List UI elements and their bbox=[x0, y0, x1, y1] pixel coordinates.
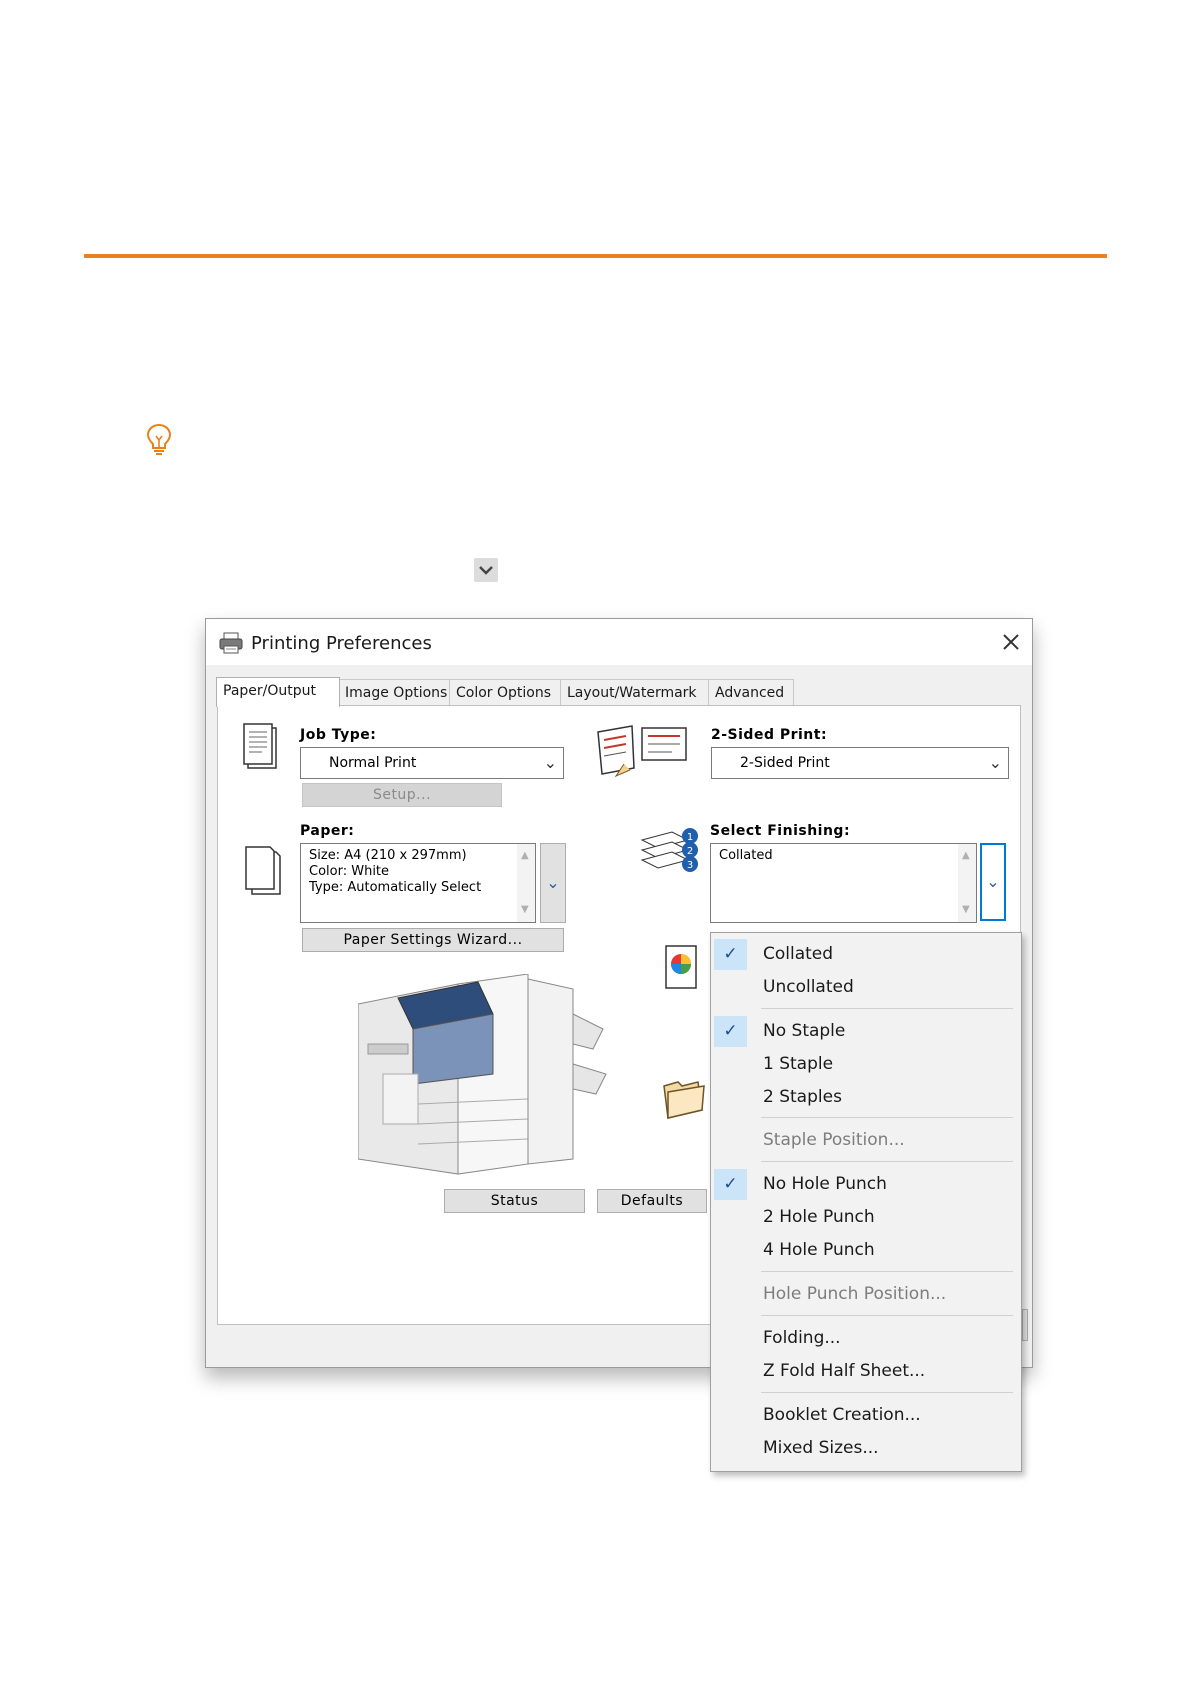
finishing-dropdown-button[interactable]: ⌄ bbox=[980, 843, 1006, 921]
scroll-down-icon: ▼ bbox=[962, 904, 970, 915]
defaults-button[interactable]: Defaults bbox=[597, 1189, 707, 1213]
paper-label: Paper: bbox=[300, 823, 355, 839]
chevron-down-icon bbox=[474, 558, 498, 582]
chevron-down-icon: ⌄ bbox=[546, 873, 560, 892]
printer-illustration bbox=[357, 973, 618, 1194]
menu-separator bbox=[761, 1392, 1013, 1393]
menu-item-label: 1 Staple bbox=[763, 1054, 834, 1074]
finishing-box: Collated ▲ ▼ bbox=[710, 843, 977, 923]
badge-2: 2 bbox=[687, 846, 693, 857]
scroll-up-icon: ▲ bbox=[521, 850, 529, 861]
badge-3: 3 bbox=[687, 860, 693, 871]
printer-icon bbox=[218, 631, 244, 655]
close-button[interactable] bbox=[996, 627, 1026, 657]
menu-item-label: Booklet Creation... bbox=[763, 1405, 921, 1425]
checkmark-icon: ✓ bbox=[714, 939, 747, 970]
menu-item-label: Staple Position... bbox=[763, 1130, 905, 1150]
paper-info-scrollbar[interactable]: ▲ ▼ bbox=[517, 844, 535, 922]
menu-separator bbox=[761, 1161, 1013, 1162]
tab-layout-watermark[interactable]: Layout/Watermark bbox=[560, 679, 710, 706]
chevron-down-icon: ⌄ bbox=[988, 753, 1002, 772]
menu-item-no-hole-punch[interactable]: ✓ No Hole Punch bbox=[711, 1168, 1021, 1201]
menu-separator bbox=[761, 1117, 1013, 1118]
menu-item-2-hole-punch[interactable]: 2 Hole Punch bbox=[711, 1201, 1021, 1234]
menu-item-z-fold-half-sheet[interactable]: Z Fold Half Sheet... bbox=[711, 1355, 1021, 1388]
menu-item-1-staple[interactable]: 1 Staple bbox=[711, 1048, 1021, 1081]
lightbulb-icon bbox=[146, 423, 172, 455]
menu-item-uncollated[interactable]: Uncollated bbox=[711, 971, 1021, 1004]
finishing-dropdown-menu: ✓ Collated Uncollated ✓ No Staple 1 Stap… bbox=[710, 932, 1022, 1472]
tab-color-options[interactable]: Color Options bbox=[449, 679, 562, 706]
paper-dropdown-button[interactable]: ⌄ bbox=[540, 843, 566, 923]
paper-size-text: Size: A4 (210 x 297mm) bbox=[309, 848, 467, 863]
menu-item-label: Uncollated bbox=[763, 977, 854, 997]
two-sided-print-value: 2-Sided Print bbox=[740, 755, 830, 771]
menu-item-label: Mixed Sizes... bbox=[763, 1438, 879, 1458]
partial-button-edge bbox=[1022, 1309, 1028, 1341]
status-button[interactable]: Status bbox=[444, 1189, 585, 1213]
menu-item-label: No Staple bbox=[763, 1021, 846, 1041]
paper-info-box: Size: A4 (210 x 297mm) Color: White Type… bbox=[300, 843, 536, 923]
menu-item-staple-position[interactable]: Staple Position... bbox=[711, 1124, 1021, 1157]
chevron-down-icon: ⌄ bbox=[543, 753, 557, 772]
menu-item-2-staples[interactable]: 2 Staples bbox=[711, 1081, 1021, 1114]
menu-separator bbox=[761, 1008, 1013, 1009]
finishing-scrollbar[interactable]: ▲ ▼ bbox=[958, 844, 976, 922]
scroll-up-icon: ▲ bbox=[962, 850, 970, 861]
menu-item-hole-punch-position[interactable]: Hole Punch Position... bbox=[711, 1278, 1021, 1311]
menu-item-label: Folding... bbox=[763, 1328, 841, 1348]
close-icon bbox=[1003, 634, 1019, 650]
job-type-label: Job Type: bbox=[300, 727, 377, 743]
paper-icon bbox=[240, 844, 284, 898]
job-type-value: Normal Print bbox=[329, 755, 417, 771]
scroll-down-icon: ▼ bbox=[521, 904, 529, 915]
menu-item-folding[interactable]: Folding... bbox=[711, 1322, 1021, 1355]
menu-item-label: Hole Punch Position... bbox=[763, 1284, 947, 1304]
menu-item-4-hole-punch[interactable]: 4 Hole Punch bbox=[711, 1234, 1021, 1267]
two-sided-print-label: 2-Sided Print: bbox=[711, 727, 828, 743]
section-divider bbox=[84, 254, 1107, 258]
paper-color-text: Color: White bbox=[309, 864, 390, 879]
checkmark-icon: ✓ bbox=[714, 1016, 747, 1047]
job-type-icon bbox=[240, 722, 280, 774]
tab-paper-output[interactable]: Paper/Output bbox=[216, 677, 340, 707]
menu-item-label: Z Fold Half Sheet... bbox=[763, 1361, 926, 1381]
menu-item-label: 4 Hole Punch bbox=[763, 1240, 875, 1260]
chevron-down-icon: ⌄ bbox=[986, 872, 1000, 891]
job-type-select[interactable]: Normal Print ⌄ bbox=[300, 747, 564, 779]
menu-item-label: 2 Hole Punch bbox=[763, 1207, 875, 1227]
menu-item-collated[interactable]: ✓ Collated bbox=[711, 938, 1021, 971]
select-finishing-label: Select Finishing: bbox=[710, 823, 851, 839]
badge-1: 1 bbox=[687, 832, 693, 843]
setup-button[interactable]: Setup... bbox=[302, 783, 502, 807]
two-sided-print-select[interactable]: 2-Sided Print ⌄ bbox=[711, 747, 1009, 779]
menu-item-label: Collated bbox=[763, 944, 834, 964]
tab-advanced[interactable]: Advanced bbox=[708, 679, 794, 706]
color-document-icon bbox=[664, 944, 700, 992]
two-sided-print-icon bbox=[596, 724, 688, 778]
menu-item-mixed-sizes[interactable]: Mixed Sizes... bbox=[711, 1432, 1021, 1465]
menu-separator bbox=[761, 1315, 1013, 1316]
tab-image-options[interactable]: Image Options bbox=[338, 679, 451, 706]
paper-settings-wizard-button[interactable]: Paper Settings Wizard... bbox=[302, 928, 564, 952]
finishing-value: Collated bbox=[719, 848, 773, 863]
menu-item-booklet-creation[interactable]: Booklet Creation... bbox=[711, 1399, 1021, 1432]
paper-type-text: Type: Automatically Select bbox=[309, 880, 482, 895]
finishing-stack-icon: 1 2 3 bbox=[638, 826, 702, 876]
checkmark-icon: ✓ bbox=[714, 1169, 747, 1200]
title-bar: Printing Preferences bbox=[206, 619, 1032, 665]
menu-item-label: No Hole Punch bbox=[763, 1174, 887, 1194]
menu-item-label: 2 Staples bbox=[763, 1087, 842, 1107]
menu-item-no-staple[interactable]: ✓ No Staple bbox=[711, 1015, 1021, 1048]
menu-separator bbox=[761, 1271, 1013, 1272]
dialog-title: Printing Preferences bbox=[251, 633, 432, 654]
folder-icon bbox=[662, 1076, 706, 1120]
